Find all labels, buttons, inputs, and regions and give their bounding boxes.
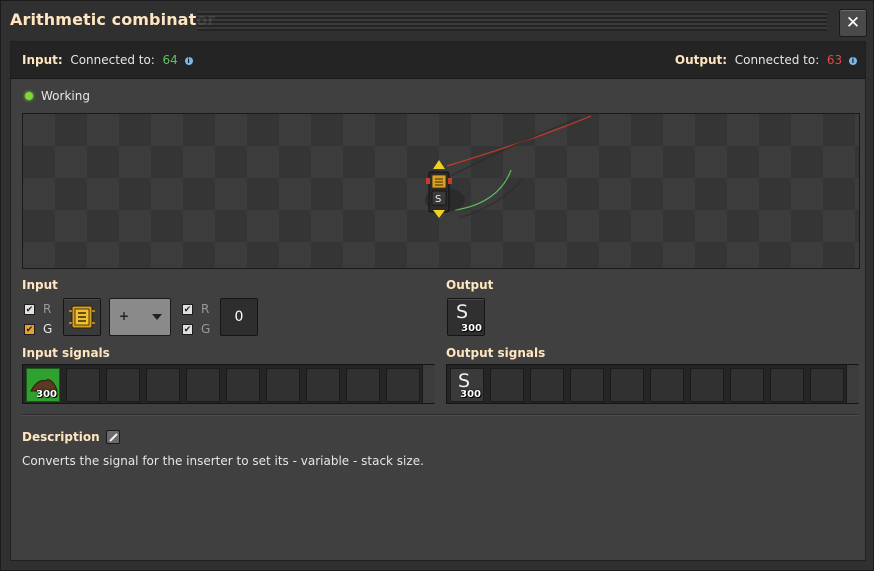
operator-value: + <box>119 309 130 323</box>
red-wire <box>446 115 592 167</box>
wire-label: R <box>43 302 52 316</box>
output-signal-slot[interactable] <box>490 368 524 402</box>
description-heading-text: Description <box>22 430 100 444</box>
window-title: Arithmetic combinator <box>10 10 216 29</box>
output-signal-slot[interactable] <box>650 368 684 402</box>
right-green-wire-toggle[interactable]: ✔ G <box>182 322 210 336</box>
output-connection-count: 63 <box>826 53 843 67</box>
input-signal-slot[interactable] <box>266 368 300 402</box>
entity-preview[interactable]: S <box>22 113 860 269</box>
pencil-icon <box>108 433 118 442</box>
description-heading: Description <box>22 430 120 444</box>
output-connection-label: Output: <box>674 53 728 67</box>
scrollbar[interactable] <box>422 365 435 403</box>
checkbox-icon[interactable]: ✔ <box>24 303 35 315</box>
output-signal-amount: 300 <box>460 389 481 400</box>
output-heading: Output <box>446 278 494 292</box>
preview-scene: S <box>425 115 592 219</box>
input-signal-slot[interactable] <box>386 368 420 402</box>
input-signal-slot[interactable] <box>106 368 140 402</box>
wire-label: G <box>201 322 211 336</box>
red-wire-shadow <box>450 117 580 177</box>
constant-value: 0 <box>234 309 244 325</box>
constant-input[interactable]: 0 <box>220 298 258 336</box>
input-signal-slot[interactable] <box>306 368 340 402</box>
combinator-signal-icon <box>69 305 95 329</box>
input-connection-label: Input: <box>22 53 63 67</box>
scrollbar[interactable] <box>846 365 859 403</box>
first-signal-selector[interactable] <box>63 298 101 336</box>
status-indicator: Working <box>25 89 90 103</box>
section-divider <box>22 414 858 416</box>
chevron-down-icon <box>152 314 162 320</box>
output-signal-selector[interactable]: S 300 <box>447 298 485 336</box>
checkbox-icon[interactable]: ✔ <box>182 303 193 315</box>
checkbox-icon[interactable]: ✔ <box>182 323 193 335</box>
wire-label: G <box>43 322 53 336</box>
output-connection: Output: Connected to: 63 i <box>675 53 857 67</box>
description-text: Converts the signal for the inserter to … <box>22 454 424 468</box>
green-wire-shadow <box>458 177 524 219</box>
output-signal-slot[interactable] <box>610 368 644 402</box>
arithmetic-combinator-window: Arithmetic combinator ✕ Input: Connected… <box>0 0 874 571</box>
connection-bar: Input: Connected to: 64 i Output: Connec… <box>11 42 865 79</box>
input-connection-count: 64 <box>162 53 178 67</box>
output-signal-slot[interactable] <box>690 368 724 402</box>
output-signal-slot[interactable] <box>770 368 804 402</box>
input-connection: Input: Connected to: 64 i <box>22 53 193 67</box>
output-signal-slot[interactable]: S 300 <box>450 368 484 402</box>
output-signal-amount: 300 <box>461 323 482 334</box>
input-signal-slot[interactable] <box>346 368 380 402</box>
operator-dropdown[interactable]: + <box>109 298 171 336</box>
output-signal-slot[interactable] <box>810 368 844 402</box>
checkbox-icon[interactable]: ✔ <box>24 323 35 335</box>
input-signal-amount: 300 <box>36 389 57 400</box>
combinator-panel: Input: Connected to: 64 i Output: Connec… <box>10 41 866 561</box>
input-signal-slot[interactable] <box>66 368 100 402</box>
input-signals-bar: 300 <box>22 364 435 404</box>
edit-description-button[interactable] <box>105 430 120 444</box>
drag-handle[interactable] <box>197 11 827 31</box>
input-signal-slot[interactable] <box>186 368 220 402</box>
info-icon[interactable]: i <box>184 56 193 65</box>
signal-s-icon: S <box>456 301 469 323</box>
close-button[interactable]: ✕ <box>839 9 867 37</box>
status-led-icon <box>25 92 33 100</box>
wire-label: R <box>201 302 210 316</box>
output-signal-slot[interactable] <box>530 368 564 402</box>
output-signal-slot[interactable] <box>730 368 764 402</box>
output-connection-text: Connected to: <box>734 53 820 67</box>
output-signals-bar: S 300 <box>446 364 859 404</box>
status-text: Working <box>41 89 90 103</box>
svg-text:S: S <box>435 194 441 205</box>
right-red-wire-toggle[interactable]: ✔ R <box>182 302 209 316</box>
input-signals-heading: Input signals <box>22 346 110 360</box>
info-icon[interactable]: i <box>849 56 857 65</box>
left-red-wire-toggle[interactable]: ✔ R <box>24 302 51 316</box>
input-signal-slot[interactable] <box>226 368 260 402</box>
input-signal-slot[interactable]: 300 <box>26 368 60 402</box>
left-green-wire-toggle[interactable]: ✔ G <box>24 322 52 336</box>
output-signal-slot[interactable] <box>570 368 604 402</box>
title-bar[interactable]: Arithmetic combinator ✕ <box>1 1 873 41</box>
output-signals-heading: Output signals <box>446 346 546 360</box>
input-heading: Input <box>22 278 58 292</box>
input-connection-text: Connected to: <box>70 53 155 67</box>
input-signal-slot[interactable] <box>146 368 180 402</box>
close-icon: ✕ <box>845 13 861 33</box>
